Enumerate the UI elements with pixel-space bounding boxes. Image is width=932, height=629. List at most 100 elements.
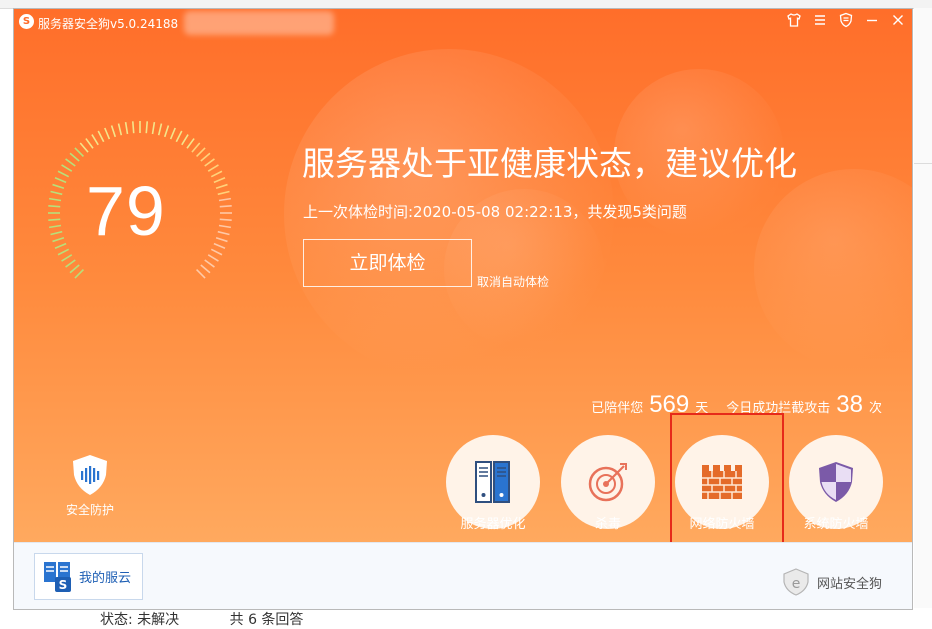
gauge-tick <box>217 230 230 236</box>
blocked-unit: 次 <box>868 401 882 416</box>
gauge-tick <box>163 125 170 138</box>
cloud-server-icon: S <box>44 561 71 592</box>
gauge-tick <box>175 130 183 143</box>
gauge-tick <box>215 183 228 190</box>
gauge-tick <box>200 264 211 274</box>
gauge-tick <box>104 127 111 140</box>
decor-bubble <box>754 169 912 369</box>
security-protection-button[interactable]: 安全防护 <box>50 453 130 518</box>
gauge-tick <box>49 197 62 202</box>
minimize-icon[interactable] <box>862 12 882 32</box>
gauge-tick <box>69 264 80 274</box>
gauge-tick <box>124 122 129 135</box>
gauge-tick <box>50 230 63 236</box>
gauge-tick <box>48 204 61 208</box>
bottom-bar: S 我的服云 e 网站安全狗 <box>14 542 912 609</box>
close-icon[interactable] <box>888 12 908 32</box>
gauge-tick <box>157 123 163 136</box>
my-cloud-button[interactable]: S 我的服云 <box>34 553 143 600</box>
gauge-tick <box>218 197 231 202</box>
host-page-footer: 状态: 未解决 共 6 条回答 <box>100 609 349 629</box>
site-dog-label: 网站安全狗 <box>816 576 882 592</box>
server-optimize-icon <box>475 461 510 503</box>
gauge-tick <box>215 236 228 243</box>
check-now-button[interactable]: 立即体检 <box>303 239 472 287</box>
gauge-tick <box>74 269 84 279</box>
site-security-dog-button[interactable]: e 网站安全狗 <box>781 567 882 597</box>
antivirus-target-icon <box>588 463 627 502</box>
gauge-tick <box>57 170 70 178</box>
gauge-tick <box>110 125 117 138</box>
gauge-tick <box>49 224 62 229</box>
gauge-tick <box>52 236 65 243</box>
menu-icon[interactable] <box>810 12 830 32</box>
gauge-tick <box>217 190 230 196</box>
blurred-region <box>184 11 334 35</box>
server-optimize-button[interactable]: 服务器优化 <box>438 435 548 546</box>
svg-text:e: e <box>792 576 801 592</box>
antivirus-button[interactable]: 杀毒 <box>553 435 663 546</box>
gauge-tick <box>57 248 70 256</box>
gauge-tick <box>196 147 206 157</box>
protection-shield-icon <box>73 455 107 495</box>
svg-text:S: S <box>59 578 68 592</box>
gauge-tick <box>65 259 76 268</box>
feature-label: 杀毒 <box>594 517 621 532</box>
health-score: 79 <box>86 172 166 250</box>
gauge-tick <box>117 123 123 136</box>
gauge-tick <box>52 183 65 190</box>
host-page-sidebar <box>914 8 932 608</box>
gauge-tick <box>61 164 73 172</box>
last-check-info: 上一次体检时间:2020-05-08 02:22:13，共发现5类问题 <box>303 203 687 221</box>
gauge-tick <box>54 242 67 249</box>
gauge-tick <box>169 127 176 140</box>
shirt-icon[interactable] <box>784 12 804 32</box>
gauge-tick <box>204 158 215 167</box>
app-window: S 服务器安全狗v5.0.24188 79 服务器处于亚健康状态，建议优化 上一… <box>13 8 913 610</box>
gauge-tick <box>191 142 201 153</box>
title-bar: S 服务器安全狗v5.0.24188 <box>14 9 912 35</box>
gauge-tick <box>219 204 232 208</box>
gauge-tick <box>91 134 99 146</box>
protection-label: 安全防护 <box>65 503 114 517</box>
host-page-divider <box>914 163 932 164</box>
health-headline: 服务器处于亚健康状态，建议优化 <box>302 144 797 183</box>
gauge-tick <box>74 147 84 157</box>
app-title: 服务器安全狗v5.0.24188 <box>38 17 179 31</box>
gauge-tick <box>145 121 149 134</box>
gauge-tick <box>219 218 232 222</box>
gauge-tick <box>69 152 80 162</box>
gauge-tick <box>54 177 67 184</box>
gauge-tick <box>61 254 73 262</box>
gauge-tick <box>85 138 94 149</box>
feature-label: 服务器优化 <box>460 517 526 532</box>
title-bar-controls <box>784 12 908 32</box>
gauge-tick <box>131 121 135 134</box>
gauge-tick <box>151 122 156 135</box>
gauge-tick <box>213 242 226 249</box>
gauge-tick <box>196 269 206 279</box>
gauge-tick <box>200 152 211 162</box>
gauge-tick <box>207 164 219 172</box>
site-dog-icon: e <box>783 568 809 596</box>
answers-count: 共 6 条回答 <box>229 612 304 628</box>
app-logo-icon: S <box>19 14 34 29</box>
gauge-tick <box>79 142 89 153</box>
system-firewall-button[interactable]: 系统防火墙 <box>781 435 891 546</box>
blocked-count: 38 <box>836 391 863 418</box>
my-cloud-label: 我的服云 <box>79 571 132 586</box>
shield-icon[interactable] <box>836 12 856 32</box>
status-text: 状态: 未解决 <box>100 612 180 628</box>
gauge-tick <box>210 248 223 256</box>
gauge-tick <box>50 190 63 196</box>
gauge-tick <box>218 224 231 229</box>
gauge-tick <box>204 259 215 268</box>
gauge-tick <box>186 138 195 149</box>
cancel-auto-check-link[interactable]: 取消自动体检 <box>477 273 549 290</box>
gauge-tick <box>213 177 226 184</box>
feature-label: 系统防火墙 <box>803 517 869 532</box>
gauge-tick <box>181 134 189 146</box>
gauge-tick <box>207 254 219 262</box>
gauge-tick <box>48 218 61 222</box>
highlight-box <box>670 413 784 545</box>
